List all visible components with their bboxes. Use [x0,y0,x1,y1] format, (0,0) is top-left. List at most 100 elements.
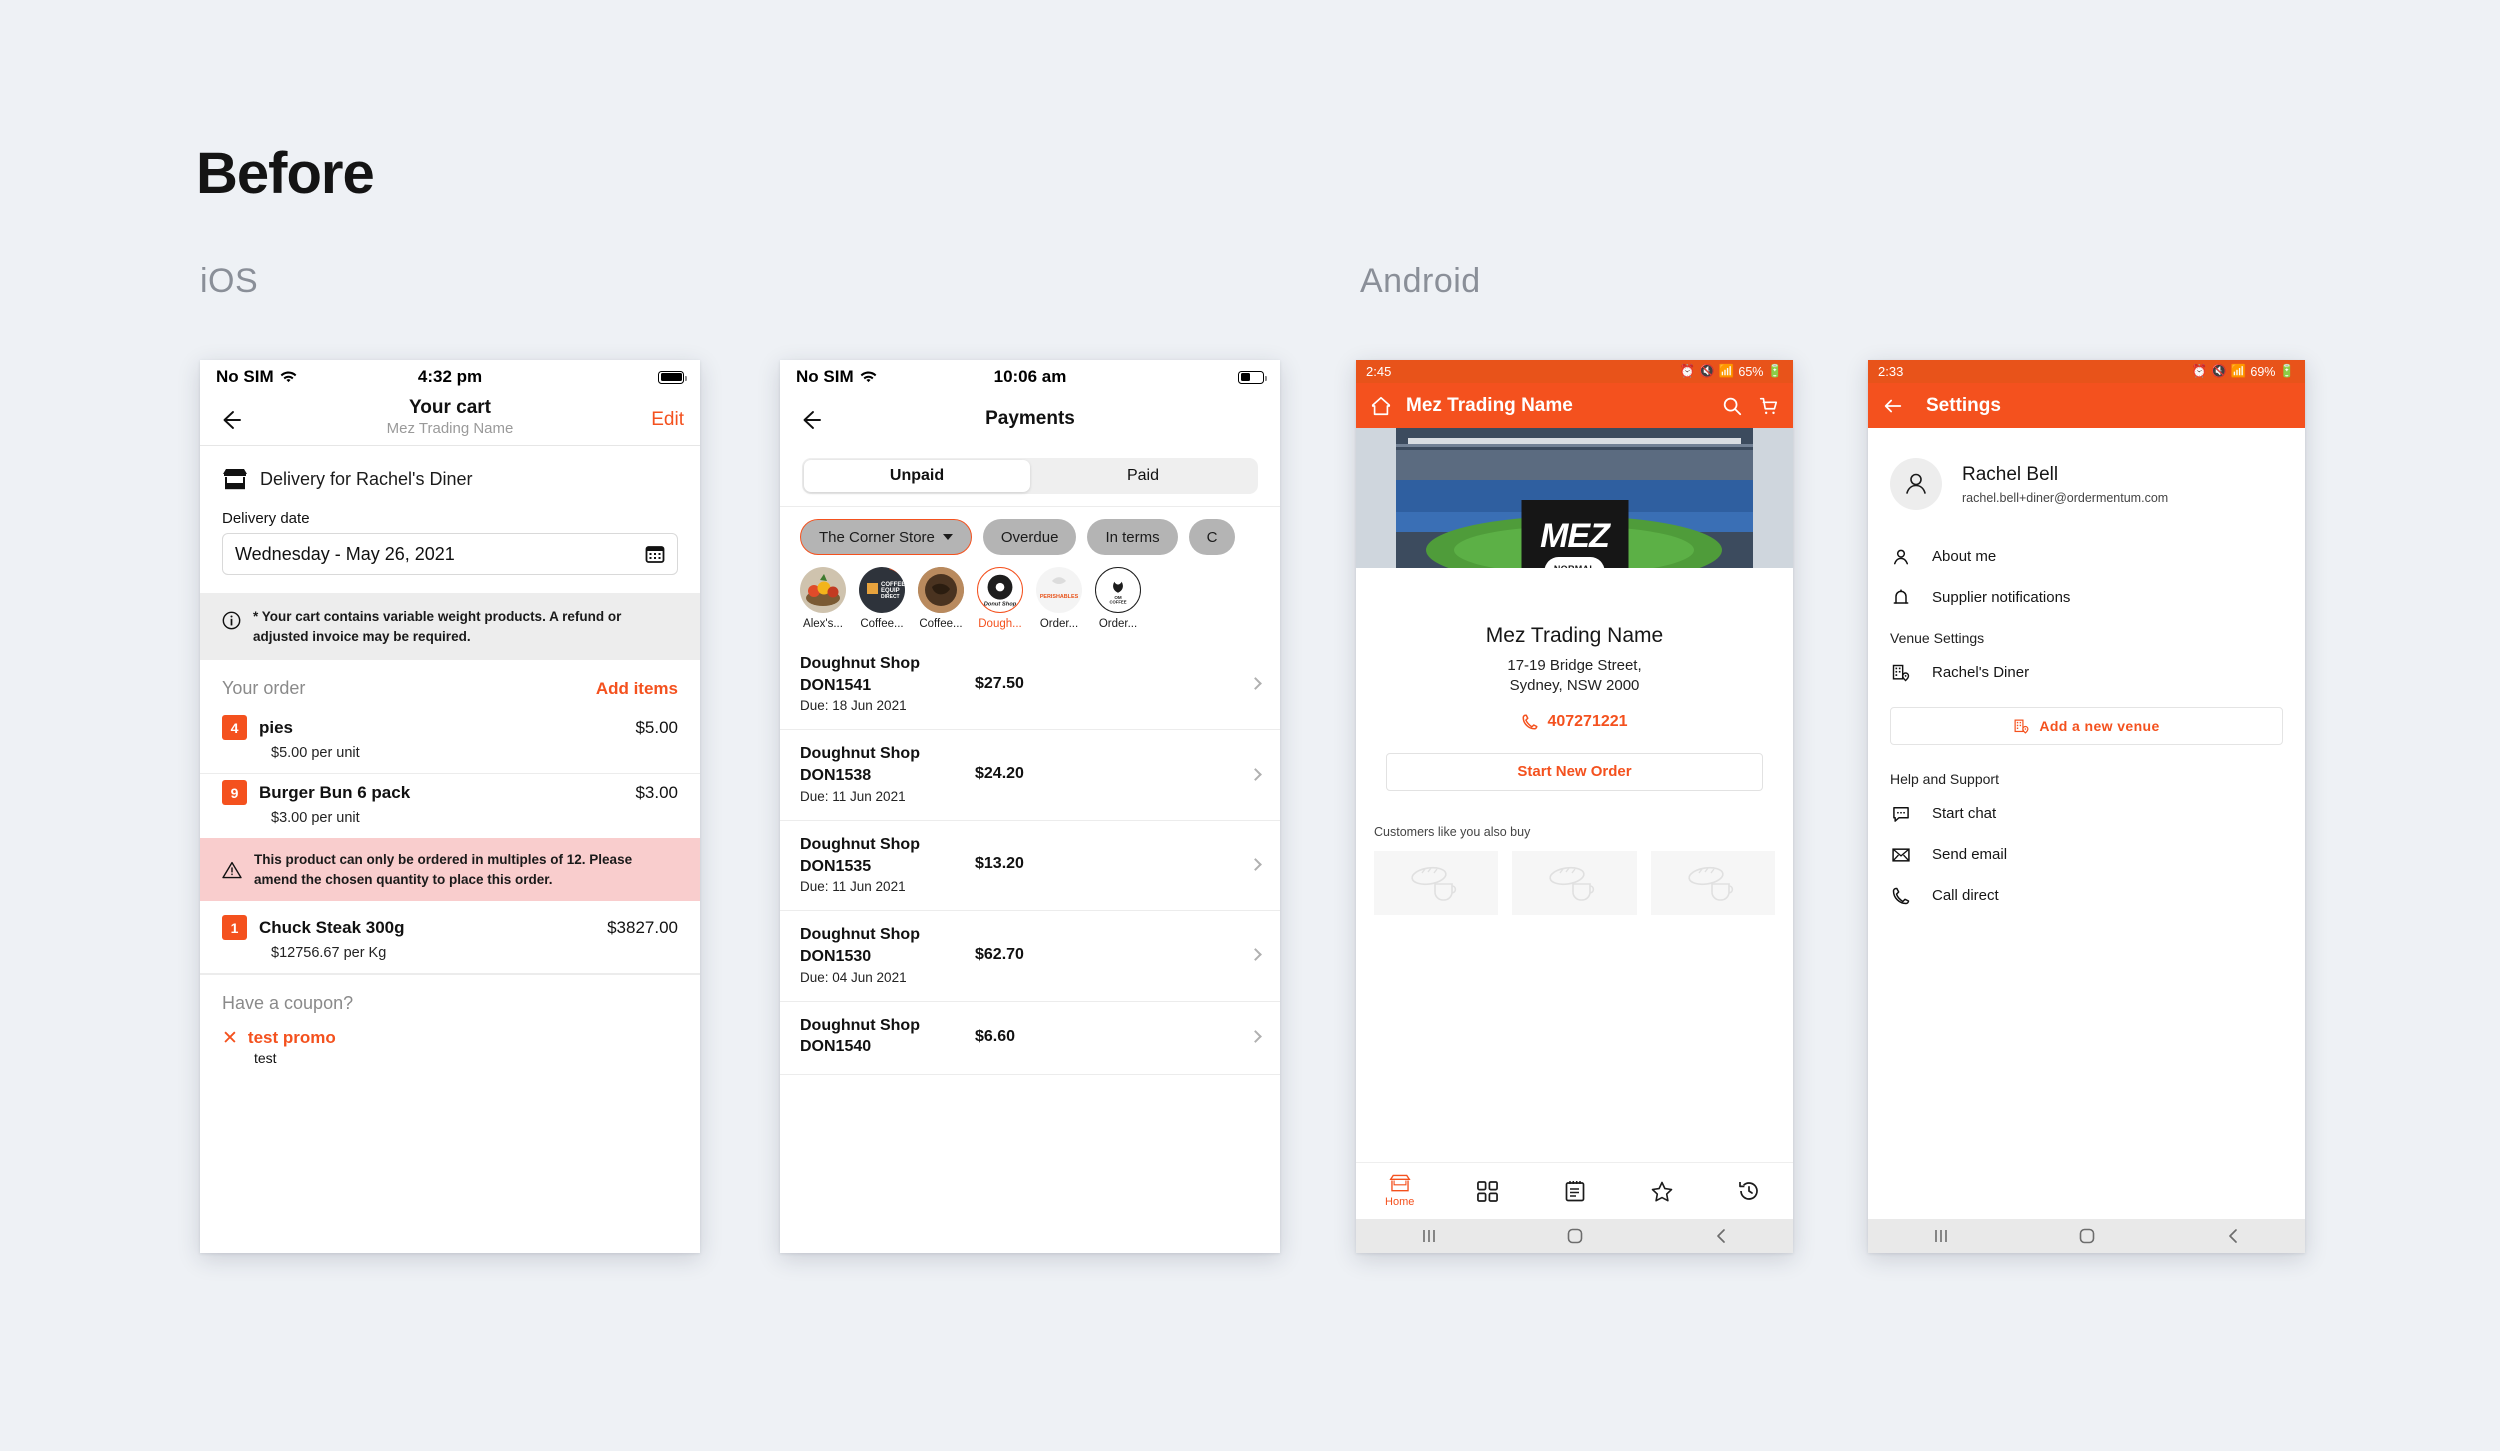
settings-item-supplier-notifications[interactable]: Supplier notifications [1868,577,2305,618]
back-arrow-icon[interactable] [796,406,824,434]
user-email: rachel.bell+diner@ordermentum.com [1962,490,2169,505]
calendar-icon[interactable] [645,544,665,564]
chat-icon [1890,803,1912,825]
payment-amount: $13.20 [975,855,1024,873]
supplier-avatar-item[interactable]: Coffee... [918,567,964,630]
chevron-right-icon [1249,767,1262,781]
cart-line-item[interactable]: 9 Burger Bun 6 pack $3.00 $3.00 per unit [200,774,700,838]
chip-in-terms[interactable]: In terms [1087,519,1178,555]
bottom-tabbar[interactable]: Home [1356,1162,1793,1219]
tab-unpaid[interactable]: Unpaid [804,460,1030,492]
search-icon[interactable] [1721,395,1743,417]
appbar-title: Mez Trading Name [1406,394,1573,416]
mockup-canvas: Before iOS Android No SIM 4:32 pm Your c… [0,0,2500,1451]
tab-categories[interactable] [1443,1180,1530,1202]
payment-reference: DON1541 [800,676,872,694]
cart-icon[interactable] [1757,395,1779,417]
supplier-avatar-row[interactable]: Alex's... COFFEE EQUIP DIRECT Coffee... Co… [780,563,1280,640]
status-icons: ⏰ 🔇 📶 69% 🔋 [2192,364,2295,379]
variable-weight-text: * Your cart contains variable weight pro… [253,609,622,644]
tab-history[interactable] [1706,1180,1793,1202]
delivery-date-value: Wednesday - May 26, 2021 [235,543,455,564]
settings-item-send-email[interactable]: Send email [1868,834,2305,875]
back-arrow-icon[interactable] [1882,395,1904,417]
warning-triangle-icon [222,861,242,878]
recents-button[interactable] [1932,1227,1950,1245]
item-unit-price: $12756.67 per Kg [271,945,387,962]
payment-row[interactable]: Doughnut Shop DON1530 Due: 04 Jun 2021 $… [780,911,1280,1002]
edit-button[interactable]: Edit [651,409,684,431]
bread-coffee-placeholder-icon [1549,866,1595,901]
home-button[interactable] [2078,1227,2096,1245]
supplier-avatar-item[interactable]: Alex's... [800,567,846,630]
battery-icon: 🔋 [1767,364,1783,378]
phone-number-link[interactable]: 407271221 [1356,713,1793,731]
payment-amount: $24.20 [975,765,1024,783]
payment-row[interactable]: Doughnut Shop DON1541 Due: 18 Jun 2021 $… [780,640,1280,731]
chip-supplier-filter[interactable]: The Corner Store [800,519,972,555]
chip-partial[interactable]: C [1188,519,1236,555]
phone-icon [1890,885,1912,907]
bread-coffee-placeholder-icon [1688,866,1733,901]
item-quantity-badge: 9 [222,780,247,806]
settings-item-label: Send email [1932,846,2008,863]
donut-shop-icon: Donut Shop [977,567,1023,613]
carrier-label: No SIM [216,367,274,386]
settings-item-call-direct[interactable]: Call direct [1868,875,2305,916]
item-name: Chuck Steak 300g [259,917,405,937]
chip-overdue[interactable]: Overdue [982,519,1077,555]
payment-amount: $27.50 [975,674,1024,692]
recents-icon [1423,1230,1435,1242]
android-nav-bar[interactable] [1868,1219,2305,1253]
payment-row[interactable]: Doughnut Shop DON1538 Due: 11 Jun 2021 $… [780,730,1280,821]
settings-item-label: Supplier notifications [1932,589,2071,606]
tab-paid[interactable]: Paid [1030,460,1256,492]
settings-item-start-chat[interactable]: Start chat [1868,793,2305,834]
payment-row[interactable]: Doughnut Shop DON1540 $6.60 [780,1002,1280,1075]
delivery-date-field[interactable]: Wednesday - May 26, 2021 [222,533,678,575]
android-status-bar: 2:45 ⏰ 🔇 📶 65% 🔋 [1356,360,1793,383]
supplier-avatar-item[interactable]: PERISHABLES Order... [1036,567,1082,630]
fruit-basket-icon [800,567,846,613]
filter-chip-row[interactable]: The Corner Store Overdue In terms C [780,507,1280,563]
android-nav-bar[interactable] [1356,1219,1793,1253]
supplier-avatar-item-selected[interactable]: Donut Shop Dough... [977,567,1023,630]
home-icon[interactable] [1370,395,1392,417]
page-title: Before [196,141,375,206]
back-arrow-icon[interactable] [216,406,244,434]
info-icon [222,611,241,630]
product-placeholder-tile[interactable] [1512,850,1637,915]
cart-line-item[interactable]: 1 Chuck Steak 300g $3827.00 $12756.67 pe… [200,901,700,975]
start-new-order-button[interactable]: Start New Order [1386,752,1763,791]
supplier-avatar-item[interactable]: OM COFFEE Order... [1095,567,1141,630]
paid-unpaid-segment[interactable]: Unpaid Paid [802,458,1258,494]
home-button[interactable] [1566,1227,1584,1245]
settings-item-venue[interactable]: Rachel's Diner [1868,652,2305,693]
bell-icon [1890,587,1912,609]
supplier-avatar-item[interactable]: COFFEE EQUIP DIRECT Coffee... [859,567,905,630]
cart-line-item[interactable]: 4 pies $5.00 $5.00 per unit [200,709,700,775]
payment-amount: $62.70 [975,945,1024,963]
product-placeholder-tile[interactable] [1650,850,1775,915]
back-button[interactable] [1713,1227,1729,1245]
profile-row[interactable]: Rachel Bell rachel.bell+diner@ordermentu… [1868,428,2305,536]
remove-coupon-icon[interactable]: ✕ [222,1029,238,1048]
recents-icon [1935,1230,1947,1242]
android-status-bar: 2:33 ⏰ 🔇 📶 69% 🔋 [1868,360,2305,383]
tab-home[interactable]: Home [1356,1174,1443,1208]
phone-number: 407271221 [1547,712,1628,730]
tab-favourites[interactable] [1618,1181,1705,1202]
item-price: $3827.00 [607,917,678,937]
payment-row[interactable]: Doughnut Shop DON1535 Due: 11 Jun 2021 $… [780,821,1280,912]
tab-orders[interactable] [1531,1180,1618,1202]
status-icons: ⏰ 🔇 📶 65% 🔋 [1680,364,1783,379]
back-button[interactable] [2225,1227,2241,1245]
add-new-venue-button[interactable]: Add a new venue [1890,707,2283,745]
om-coffee-icon: OM COFFEE [1095,567,1141,613]
recents-button[interactable] [1420,1227,1438,1245]
coupon-code: test promo [247,1028,336,1048]
product-placeholder-tile[interactable] [1374,850,1499,915]
settings-item-about-me[interactable]: About me [1868,536,2305,577]
add-items-button[interactable]: Add items [596,679,678,699]
wifi-icon: 📶 [1718,364,1735,378]
